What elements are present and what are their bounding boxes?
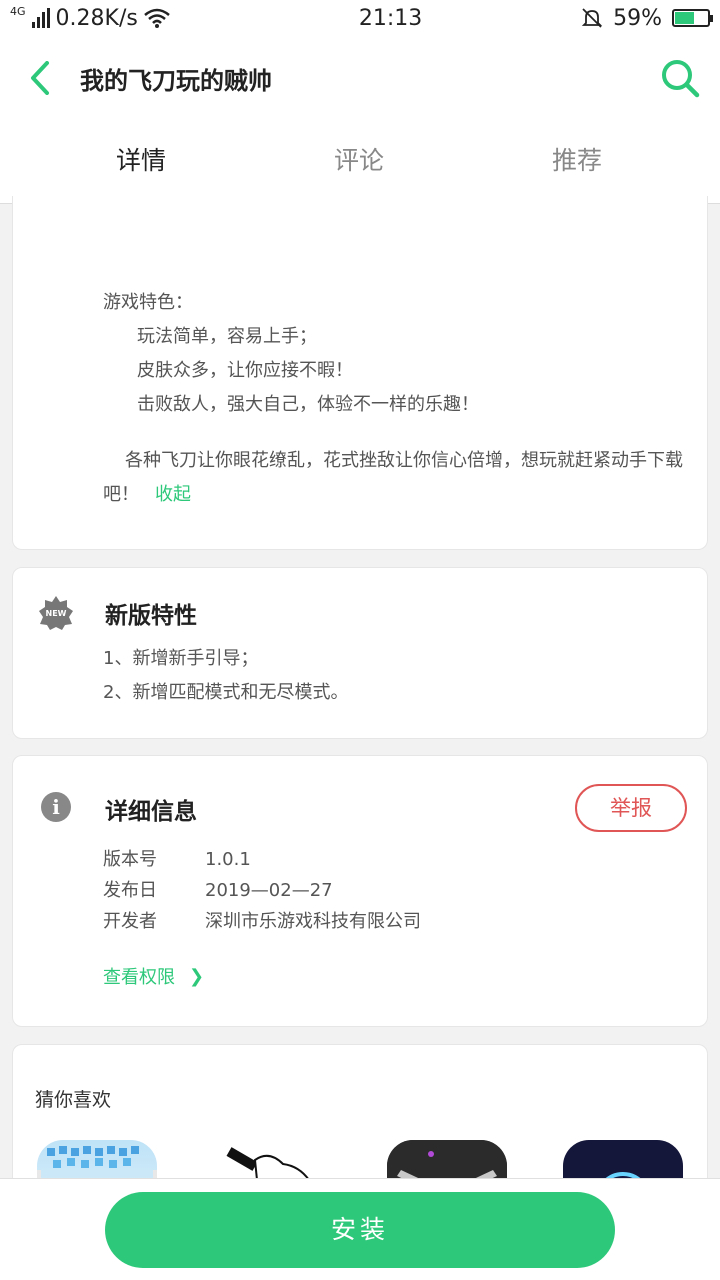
back-button[interactable] (0, 36, 80, 120)
feature-item: 皮肤众多，让你应接不暇！ (137, 360, 353, 381)
collapse-link[interactable]: 收起 (155, 484, 191, 505)
install-button[interactable]: 安装 (105, 1192, 615, 1268)
clock: 21:13 (358, 5, 423, 31)
list-item: 2、新增匹配模式和无尽模式。 (103, 682, 349, 703)
signal-icon (31, 8, 50, 28)
wifi-icon (144, 8, 170, 28)
tab-details[interactable]: 详情 (32, 120, 250, 204)
version-label: 版本号 (103, 849, 157, 870)
mute-bell-icon (581, 8, 603, 28)
tab-recommend[interactable]: 推荐 (468, 120, 686, 203)
chevron-left-icon (31, 61, 49, 95)
version-value: 1.0.1 (205, 849, 251, 870)
new-features-list: 1、新增新手引导； 2、新增匹配模式和无尽模式。 (103, 642, 348, 710)
feature-item: 玩法简单，容易上手； (137, 326, 317, 347)
search-button[interactable] (640, 36, 720, 120)
battery-percent: 59% (613, 5, 662, 31)
table-row: 发布日 2019—02—27 (103, 875, 421, 906)
new-features-title: 新版特性 (105, 603, 197, 629)
tab-bar: 详情 评论 推荐 (0, 120, 720, 204)
list-item: 1、新增新手引导； (103, 648, 259, 669)
battery-level (675, 12, 694, 24)
battery-icon (672, 9, 713, 27)
description-heading: 游戏特色： (103, 292, 193, 313)
table-row: 版本号 1.0.1 (103, 844, 421, 875)
feature-item: 击败敌人，强大自己，体验不一样的乐趣！ (137, 394, 479, 415)
description-paragraph: 各种飞刀让你眼花缭乱，花式挫敌让你信心倍增，想玩就赶紧动手下载吧！ 收起 (103, 444, 683, 512)
description-card: 游戏特色： 玩法简单，容易上手； 皮肤众多，让你应接不暇！ 击败敌人，强大自己，… (12, 196, 708, 550)
view-permissions-label: 查看权限 (103, 967, 175, 988)
page-title: 我的飞刀玩的贼帅 (80, 66, 272, 95)
status-bar: 4G 0.28K/s 21:13 59% (0, 0, 720, 36)
details-table: 版本号 1.0.1 发布日 2019—02—27 开发者 深圳市乐游戏科技有限公… (103, 844, 421, 937)
new-features-card: NEW 新版特性 1、新增新手引导； 2、新增匹配模式和无尽模式。 (12, 567, 708, 739)
description-text: 游戏特色： 玩法简单，容易上手； 皮肤众多，让你应接不暇！ 击败敌人，强大自己，… (103, 286, 683, 512)
chevron-right-icon: ❯ (189, 965, 205, 987)
details-title: 详细信息 (105, 799, 197, 825)
app-header: 我的飞刀玩的贼帅 (0, 36, 720, 120)
info-icon: i (41, 792, 71, 822)
details-card: i 详细信息 举报 版本号 1.0.1 发布日 2019—02—27 开发者 深… (12, 755, 708, 1027)
report-button[interactable]: 举报 (575, 784, 687, 832)
tab-comments[interactable]: 评论 (250, 120, 468, 203)
new-badge-text: NEW (46, 609, 67, 618)
developer-label: 开发者 (103, 911, 157, 932)
release-date-value: 2019—02—27 (205, 880, 333, 901)
network-type: 4G (10, 4, 26, 18)
network-speed: 0.28K/s (55, 5, 138, 31)
bottom-bar: 安装 (0, 1178, 720, 1280)
recommendations-title: 猜你喜欢 (35, 1089, 112, 1111)
developer-value: 深圳市乐游戏科技有限公司 (205, 911, 421, 932)
release-date-label: 发布日 (103, 880, 157, 901)
table-row: 开发者 深圳市乐游戏科技有限公司 (103, 906, 421, 937)
new-badge-icon: NEW (39, 596, 73, 630)
search-icon (662, 60, 700, 98)
view-permissions-link[interactable]: 查看权限 ❯ (103, 963, 204, 989)
status-right: 59% (581, 5, 713, 31)
